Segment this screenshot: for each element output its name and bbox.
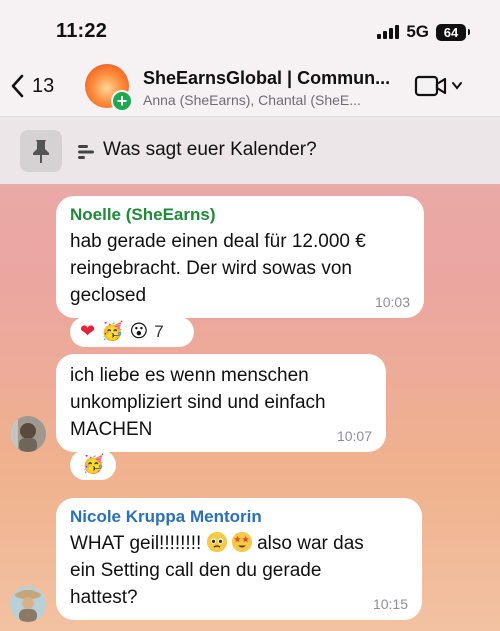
sender-avatar[interactable]: [10, 416, 46, 452]
pin-button[interactable]: [20, 130, 62, 172]
reaction-count: 7: [154, 322, 164, 341]
video-call-button[interactable]: [414, 74, 463, 98]
poll-icon: [78, 145, 94, 159]
reaction-party-face[interactable]: 🥳: [82, 456, 104, 474]
sender-avatar[interactable]: [10, 586, 46, 622]
reaction-heart[interactable]: ❤: [80, 323, 95, 341]
reaction-surprised-face[interactable]: 😮: [130, 323, 149, 341]
chevron-down-icon: [452, 82, 462, 90]
reaction-party-face[interactable]: 🥳: [101, 323, 123, 341]
pinned-message-bar[interactable]: Was sagt euer Kalender?: [0, 116, 500, 184]
signal-icon: [377, 25, 400, 39]
chat-title[interactable]: SheEarnsGlobal | Commun...: [143, 68, 398, 89]
pleading-face-icon: [206, 532, 227, 552]
top-bar: 11:22 5G 64 13 + SheEarnsGlobal | Commun…: [0, 0, 500, 116]
back-button[interactable]: 13: [10, 74, 54, 98]
message-reactions[interactable]: ❤ 🥳 😮 7: [70, 317, 194, 347]
chat-members[interactable]: Anna (SheEarns), Chantal (SheE...: [143, 92, 393, 108]
message-reactions[interactable]: 🥳: [70, 450, 116, 480]
avatar-photo: [10, 416, 46, 452]
pinned-message-text: Was sagt euer Kalender?: [103, 139, 317, 160]
message-text: ich liebe es wenn menschen unkompliziert…: [70, 365, 326, 440]
star-struck-icon: [231, 532, 252, 552]
message-sender[interactable]: Noelle (SheEarns): [70, 204, 410, 226]
message-bubble[interactable]: Nicole Kruppa Mentorin WHAT geil!!!!!!!!…: [56, 498, 422, 620]
battery-icon: 64: [436, 23, 470, 41]
video-camera-icon: [414, 75, 447, 97]
status-indicators: 5G 64: [377, 22, 470, 42]
message-text-start: WHAT geil!!!!!!!!: [70, 533, 207, 554]
message-time: 10:07: [336, 428, 372, 444]
message-time: 10:03: [374, 294, 410, 310]
add-member-badge[interactable]: +: [111, 90, 133, 112]
chevron-left-icon: [11, 74, 24, 98]
status-time: 11:22: [56, 20, 108, 42]
message-bubble[interactable]: ich liebe es wenn menschen unkompliziert…: [56, 354, 386, 452]
unread-count: 13: [32, 74, 55, 97]
message-bubble[interactable]: Noelle (SheEarns) hab gerade einen deal …: [56, 196, 424, 318]
message-text: WHAT geil!!!!!!!! also war das ein Setti…: [70, 530, 408, 611]
network-type: 5G: [406, 22, 429, 41]
message-text: hab gerade einen deal für 12.000 € reing…: [70, 231, 366, 306]
avatar-photo: [10, 586, 46, 622]
pin-icon: [33, 140, 49, 163]
message-sender[interactable]: Nicole Kruppa Mentorin: [70, 506, 408, 528]
message-time: 10:15: [372, 596, 408, 612]
